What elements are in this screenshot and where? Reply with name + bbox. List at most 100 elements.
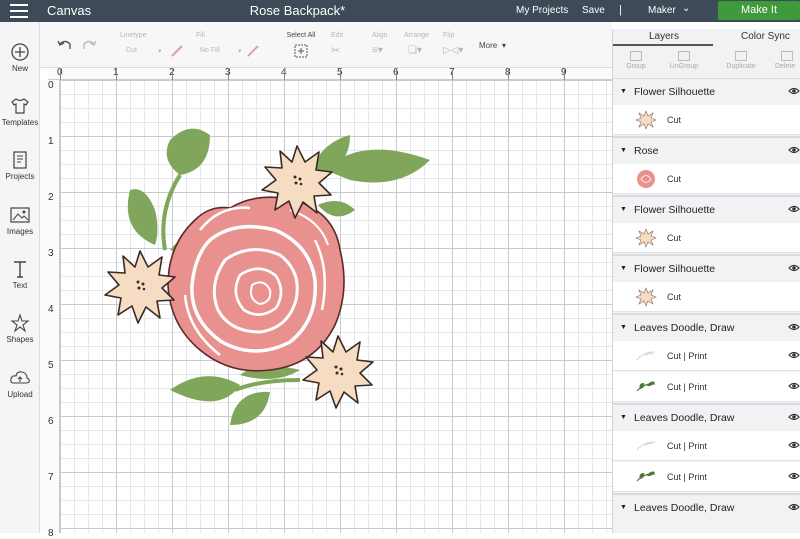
layer-group-name: Flower Silhouette <box>634 86 716 98</box>
sidebar-item-text[interactable]: Text <box>0 259 40 290</box>
fill-color-swatch[interactable] <box>246 44 260 58</box>
caret-down-icon[interactable]: ▼ <box>620 504 627 511</box>
eye-icon[interactable] <box>788 86 800 99</box>
eye-icon[interactable] <box>788 145 800 158</box>
layer-row[interactable]: Cut | Print <box>613 462 800 492</box>
linetype-color-swatch[interactable] <box>170 44 184 58</box>
edit-toolbar: Linetype Cut ▾ Fill No Fill ▾ Select All… <box>40 22 612 68</box>
sidebar-item-images[interactable]: Images <box>0 205 40 236</box>
caret-down-icon[interactable]: ▼ <box>620 324 627 331</box>
vertical-ruler: 0 1 2 3 4 5 6 7 8 <box>40 80 60 539</box>
sidebar-item-shapes[interactable]: Shapes <box>0 313 40 344</box>
layer-group-header[interactable]: ▼ Leaves Doodle, Draw <box>613 317 800 341</box>
delete-icon <box>781 51 793 61</box>
duplicate-button[interactable]: Duplicate <box>721 51 761 70</box>
layer-group-name: Flower Silhouette <box>634 204 716 216</box>
undo-icon[interactable] <box>56 38 72 52</box>
arrange-icon: ❏▾ <box>408 45 422 56</box>
layer-operation[interactable]: Cut <box>667 292 681 302</box>
layer-row[interactable]: Cut <box>613 282 800 312</box>
eye-icon[interactable] <box>788 204 800 217</box>
layer-group-header[interactable]: ▼ Flower Silhouette <box>613 81 800 105</box>
eye-icon[interactable] <box>788 412 800 425</box>
rose-shape[interactable] <box>167 196 345 372</box>
layers-list: ▼ Flower Silhouette Cut ▼ Rose Cut ▼ Flower Sil… <box>613 81 800 533</box>
machine-select[interactable]: Maker <box>648 5 676 16</box>
eye-icon[interactable] <box>788 502 800 515</box>
flower-silhouette-left[interactable] <box>104 250 176 324</box>
sidebar-item-projects[interactable]: Projects <box>0 150 40 181</box>
delete-button[interactable]: Delete <box>775 51 800 70</box>
document-title[interactable]: Rose Backpack* <box>230 3 365 18</box>
layer-row[interactable]: Cut <box>613 164 800 194</box>
plus-circle-icon <box>11 43 29 61</box>
layer-row[interactable]: Cut <box>613 223 800 253</box>
tab-layers[interactable]: Layers <box>649 31 679 42</box>
layer-group-header[interactable]: ▼ Leaves Doodle, Draw <box>613 497 800 521</box>
select-all-label: Select All <box>286 32 316 39</box>
group-label: Group <box>626 63 646 70</box>
layer-group-header[interactable]: ▼ Flower Silhouette <box>613 258 800 282</box>
ungroup-button[interactable]: UnGroup <box>665 51 703 70</box>
eye-icon[interactable] <box>788 471 800 483</box>
layer-group-divider <box>613 195 800 197</box>
eye-icon[interactable] <box>788 440 800 452</box>
delete-label: Delete <box>775 63 796 70</box>
group-button[interactable]: Group <box>621 51 651 70</box>
layer-row[interactable]: Cut | Print <box>613 341 800 371</box>
layer-group-header[interactable]: ▼ Flower Silhouette <box>613 199 800 223</box>
save-button[interactable]: Save <box>582 5 605 16</box>
ruler-left-label: 7 <box>48 472 54 483</box>
layer-group-divider <box>613 493 800 495</box>
redo-icon[interactable] <box>82 38 98 52</box>
layer-group-header[interactable]: ▼ Rose <box>613 140 800 164</box>
layer-operation[interactable]: Cut | Print <box>667 351 707 361</box>
chevron-down-icon[interactable]: ⌄ <box>682 3 690 14</box>
eye-icon[interactable] <box>788 381 800 393</box>
layer-operation[interactable]: Cut | Print <box>667 382 707 392</box>
caret-down-icon[interactable]: ▼ <box>620 265 627 272</box>
layer-group-header[interactable]: ▼ Leaves Doodle, Draw <box>613 407 800 431</box>
layer-operation[interactable]: Cut <box>667 233 681 243</box>
eye-icon[interactable] <box>788 350 800 362</box>
ruler-tick <box>228 68 229 80</box>
make-it-button[interactable]: Make It <box>718 1 800 20</box>
ruler-tick <box>452 68 453 80</box>
layer-group-divider <box>613 254 800 256</box>
layer-operation[interactable]: Cut | Print <box>667 441 707 451</box>
ruler-left-label: 2 <box>48 192 54 203</box>
layer-operation[interactable]: Cut <box>667 174 681 184</box>
sidebar-item-templates[interactable]: Templates <box>0 96 40 127</box>
layer-row[interactable]: Cut <box>613 105 800 135</box>
eye-icon[interactable] <box>788 263 800 276</box>
menu-icon[interactable] <box>10 4 28 18</box>
tab-color-sync[interactable]: Color Sync <box>741 31 790 42</box>
caret-down-icon[interactable]: ▼ <box>620 206 627 213</box>
ruler-left-label: 0 <box>48 80 54 91</box>
eye-icon[interactable] <box>788 322 800 335</box>
layer-operation[interactable]: Cut <box>667 115 681 125</box>
layer-row[interactable]: Cut | Print <box>613 431 800 461</box>
flip-label: Flip <box>443 32 455 39</box>
rose-design[interactable] <box>60 80 612 533</box>
ruler-tick <box>396 68 397 80</box>
select-all-icon <box>294 44 308 58</box>
chevron-down-icon: ▾ <box>238 48 242 55</box>
caret-down-icon[interactable]: ▼ <box>620 88 627 95</box>
sidebar-item-new[interactable]: New <box>0 42 40 73</box>
ruler-tick <box>116 68 117 80</box>
ungroup-icon <box>678 51 690 61</box>
layer-group-name: Leaves Doodle, Draw <box>634 322 735 334</box>
sidebar-item-label: Shapes <box>6 335 34 344</box>
sidebar-item-upload[interactable]: Upload <box>0 368 40 399</box>
caret-down-icon[interactable]: ▼ <box>620 147 627 154</box>
shapes-icon <box>10 313 30 333</box>
group-icon <box>630 51 642 61</box>
caret-down-icon[interactable]: ▼ <box>620 414 627 421</box>
shirt-icon <box>11 98 29 114</box>
layer-operation[interactable]: Cut | Print <box>667 472 707 482</box>
my-projects-link[interactable]: My Projects <box>516 5 568 16</box>
design-canvas[interactable] <box>60 80 612 533</box>
ruler-left-label: 6 <box>48 416 54 427</box>
layer-row[interactable]: Cut | Print <box>613 372 800 402</box>
